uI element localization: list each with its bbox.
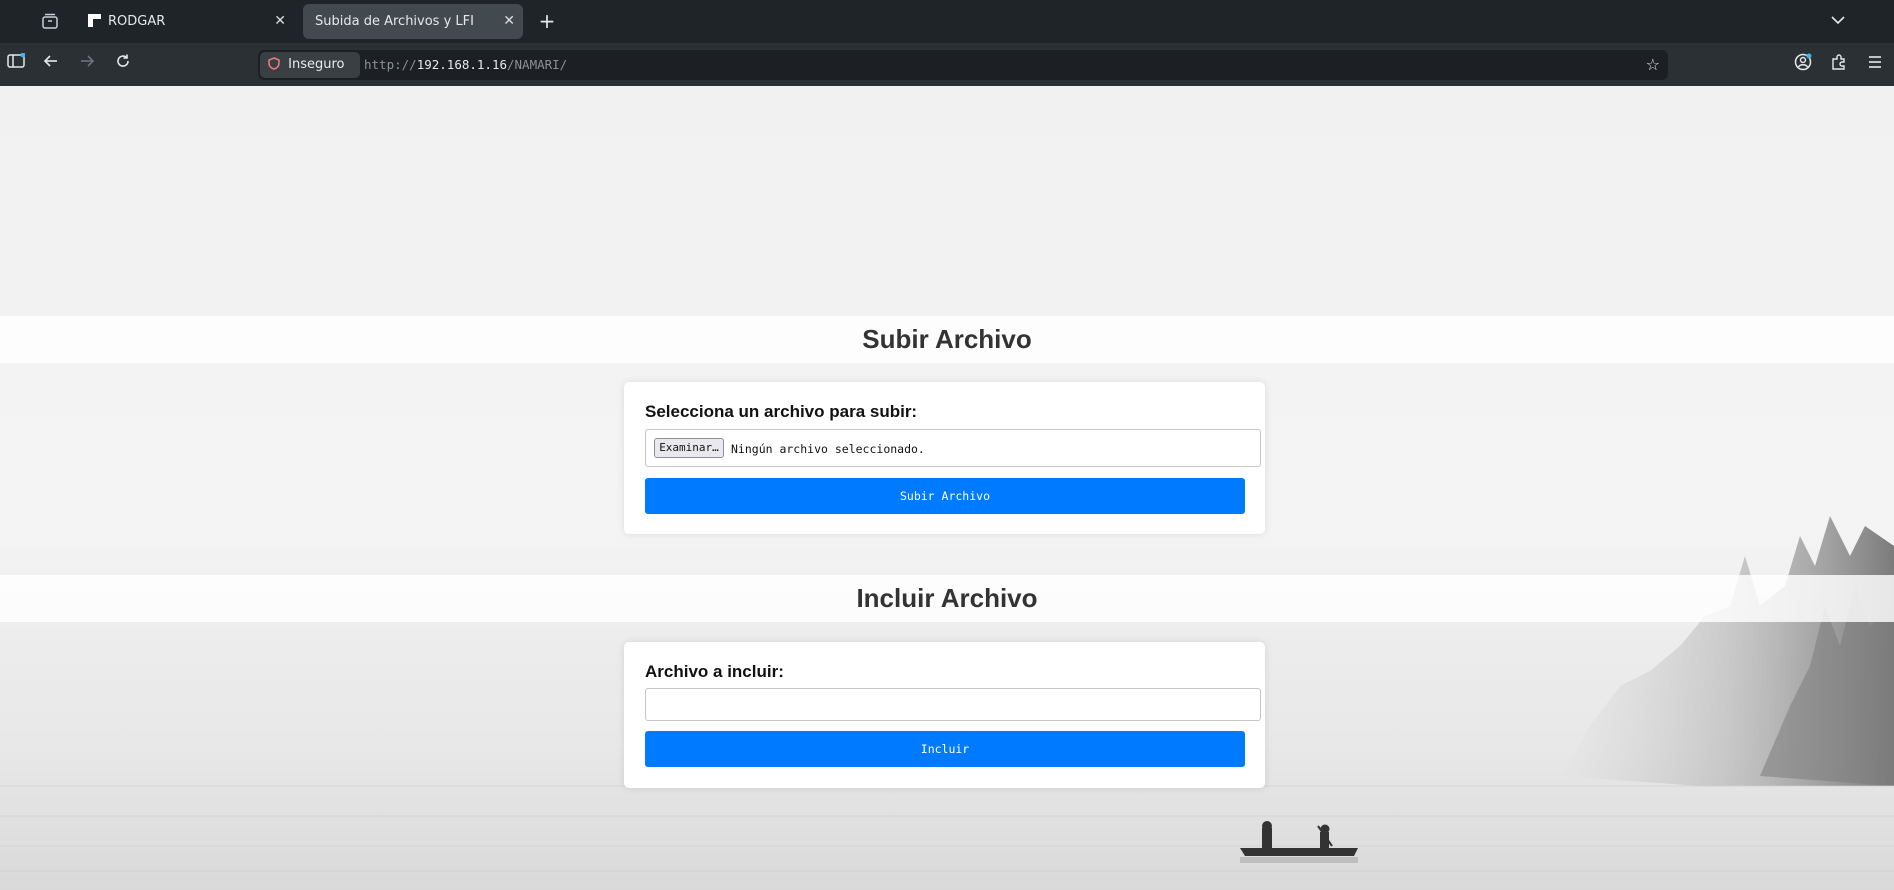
forward-arrow-icon[interactable] — [76, 53, 98, 75]
page-favicon-icon — [88, 14, 101, 27]
tab-title: Subida de Archivos y LFI — [315, 14, 474, 29]
back-arrow-icon[interactable] — [40, 53, 62, 75]
sidebar-icon[interactable] — [5, 52, 27, 75]
url-text[interactable]: http://192.168.1.16/NAMARI/ — [364, 50, 567, 80]
tab-rodgar[interactable]: RODGAR ✕ — [76, 4, 294, 39]
include-section-header: Incluir Archivo — [0, 575, 1894, 622]
include-field-label: Archivo a incluir: — [645, 662, 784, 681]
page-content: Subir Archivo Selecciona un archivo para… — [0, 86, 1894, 890]
address-bar[interactable]: Inseguro http://192.168.1.16/NAMARI/ ☆ — [258, 50, 1668, 80]
file-status-text: Ningún archivo seleccionado. — [731, 442, 925, 456]
upload-heading: Subir Archivo — [862, 324, 1032, 354]
security-indicator[interactable]: Inseguro — [260, 52, 360, 78]
close-icon[interactable]: ✕ — [503, 4, 515, 39]
account-icon[interactable] — [1792, 53, 1814, 75]
star-icon[interactable]: ☆ — [1646, 50, 1660, 80]
url-host: 192.168.1.16 — [416, 57, 507, 72]
puzzle-icon[interactable] — [1828, 53, 1850, 75]
include-form-card: Archivo a incluir: Incluir — [624, 642, 1265, 788]
tab-title: RODGAR — [108, 14, 166, 29]
upload-section-header: Subir Archivo — [0, 316, 1894, 363]
upload-form-card: Selecciona un archivo para subir: Examin… — [624, 382, 1265, 534]
include-file-input[interactable] — [645, 688, 1261, 721]
upload-submit-button[interactable]: Subir Archivo — [645, 478, 1245, 514]
url-scheme: http:// — [364, 57, 417, 72]
plus-icon[interactable]: + — [535, 8, 559, 34]
url-path: /NAMARI/ — [507, 57, 568, 72]
tab-subida-archivos[interactable]: Subida de Archivos y LFI ✕ — [303, 4, 523, 39]
include-heading: Incluir Archivo — [856, 583, 1038, 613]
tab-strip: RODGAR ✕ Subida de Archivos y LFI ✕ + — [0, 0, 1894, 43]
include-submit-button[interactable]: Incluir — [645, 731, 1245, 767]
security-label: Inseguro — [288, 57, 345, 72]
shield-icon — [268, 57, 284, 72]
upload-field-label: Selecciona un archivo para subir: — [645, 402, 918, 421]
browse-button[interactable]: Examinar… — [654, 438, 724, 458]
tab-overview-icon[interactable] — [41, 12, 59, 30]
close-icon[interactable]: ✕ — [274, 4, 286, 39]
hamburger-menu-icon[interactable] — [1864, 53, 1886, 75]
file-input[interactable]: Examinar… Ningún archivo seleccionado. — [645, 429, 1261, 467]
navigation-toolbar: Inseguro http://192.168.1.16/NAMARI/ ☆ — [0, 43, 1894, 86]
reload-icon[interactable] — [112, 53, 134, 75]
chevron-down-icon[interactable] — [1828, 9, 1848, 33]
